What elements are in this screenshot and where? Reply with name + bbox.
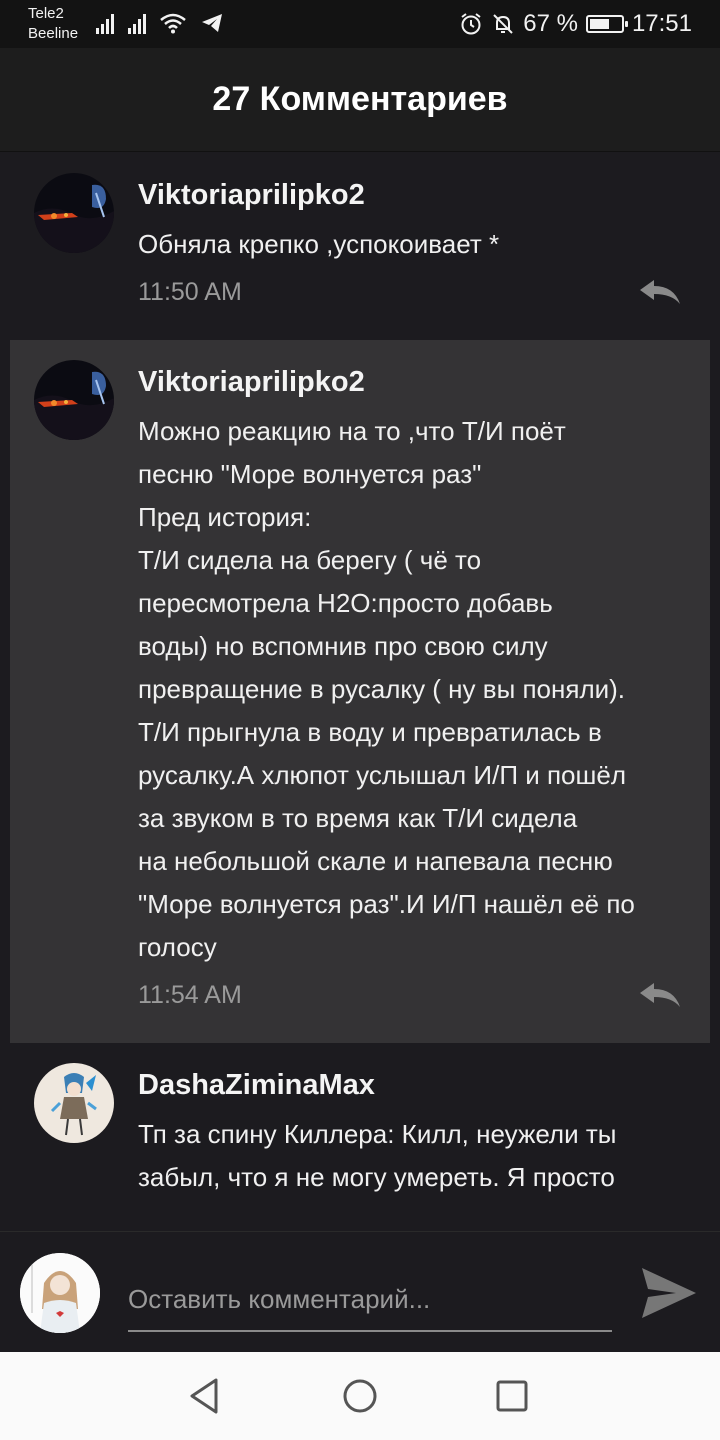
comment-input[interactable] [128, 1268, 612, 1332]
wifi-icon [160, 13, 186, 34]
signal-icon [96, 12, 114, 34]
carrier-1: Tele2 [28, 5, 64, 22]
comment-text: Обняла крепко ,успокоивает * [138, 229, 500, 259]
avatar[interactable] [34, 360, 114, 440]
avatar[interactable] [34, 173, 114, 253]
comment-time: 11:50 AM [138, 278, 242, 306]
home-icon[interactable] [340, 1376, 380, 1416]
comment-item[interactable]: Viktoriaprilipko2 Можно реакцию на то ,ч… [10, 340, 710, 1043]
comment-time: 11:54 AM [138, 981, 242, 1009]
mute-icon [493, 14, 513, 34]
comment-author[interactable]: Viktoriaprilipko2 [138, 360, 682, 404]
send-icon[interactable] [640, 1266, 698, 1320]
battery-icon [585, 15, 628, 33]
back-icon[interactable] [186, 1376, 226, 1416]
comment-item[interactable]: Viktoriaprilipko2 Обняла крепко ,успокои… [10, 153, 710, 340]
signal-group [96, 12, 224, 34]
comment-item[interactable]: DashaZiminaMax Тп за спину Киллера: Килл… [10, 1043, 710, 1227]
alarm-icon [461, 13, 481, 35]
avatar[interactable] [34, 1063, 114, 1143]
system-navigation-bar [0, 1352, 720, 1440]
my-avatar[interactable] [20, 1253, 100, 1333]
comment-list[interactable]: Viktoriaprilipko2 Обняла крепко ,успокои… [10, 153, 710, 1231]
comment-author[interactable]: DashaZiminaMax [138, 1063, 682, 1107]
comments-header: 27 Комментариев [0, 48, 720, 152]
carrier-names: Tele2 Beeline [28, 4, 78, 44]
battery-percent: 67 % [523, 10, 578, 37]
page-title: 27 Комментариев [212, 80, 508, 118]
telegram-icon [202, 14, 222, 32]
reply-icon[interactable] [638, 277, 682, 307]
comment-meta: 11:50 AM [138, 272, 682, 312]
comment-author[interactable]: Viktoriaprilipko2 [138, 173, 682, 217]
signal-icon [128, 12, 146, 34]
comment-meta: 11:54 AM [138, 975, 682, 1015]
comment-composer [0, 1231, 720, 1352]
carrier-2: Beeline [28, 25, 79, 42]
recents-icon[interactable] [492, 1376, 532, 1416]
comment-text: Можно реакцию на то ,что Т/И поёт песню … [138, 416, 635, 962]
status-bar: Tele2 Beeline 67 % 17:51 [0, 0, 720, 48]
reply-icon[interactable] [638, 980, 682, 1010]
comment-text: Тп за спину Киллера: Килл, неужели ты за… [138, 1119, 617, 1192]
clock: 17:51 [631, 10, 692, 37]
status-right: 67 % 17:51 [459, 10, 692, 38]
